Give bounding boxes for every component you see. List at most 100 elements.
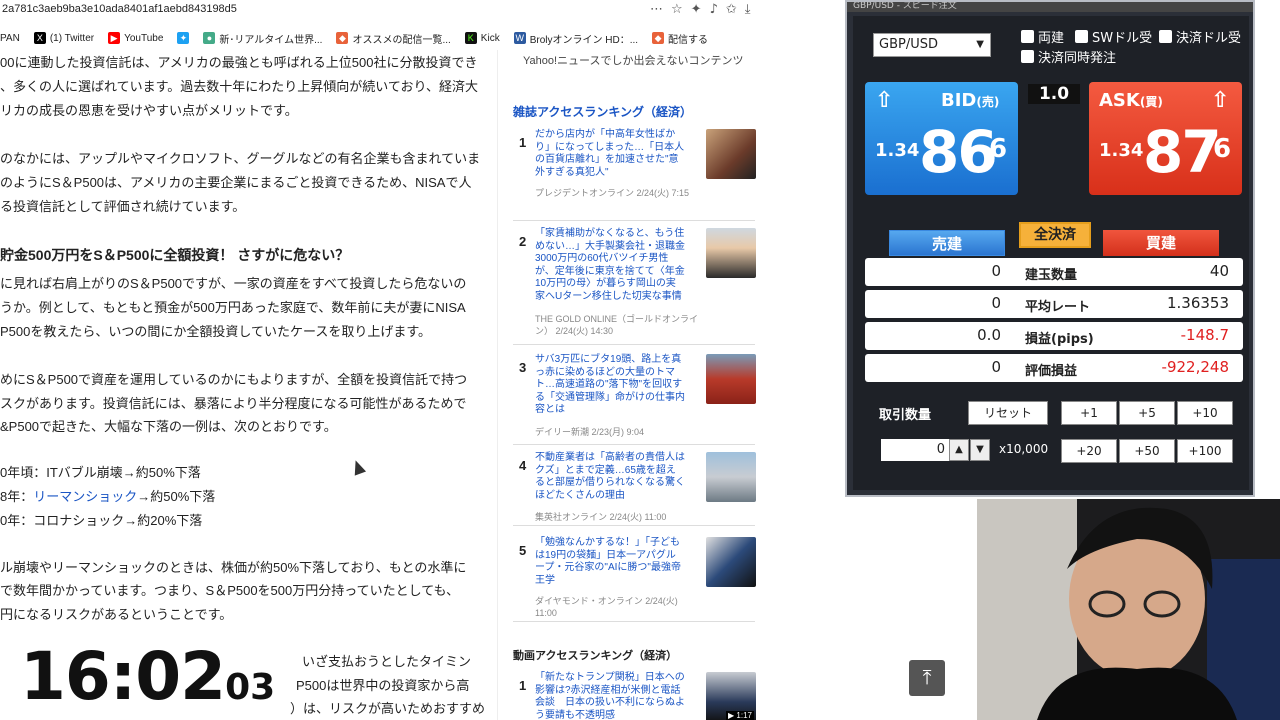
clock-overlay: 16:0203 xyxy=(20,638,275,715)
article-line: 、多くの人に選ばれています。過去数十年にわたり上昇傾向が続いており、経済大 xyxy=(0,79,479,94)
arrow-up-icon: ⤒ xyxy=(922,665,932,689)
arrow-up-icon: ⇧ xyxy=(1211,88,1230,113)
lot-multiplier: x10,000 xyxy=(999,442,1049,456)
lot-label: 取引数量 xyxy=(879,408,932,423)
star-icon[interactable]: ☆ xyxy=(671,2,683,17)
crash-item: 0年頃：ITバブル崩壊→約50%下落 xyxy=(0,465,201,480)
clock-seconds: 03 xyxy=(225,667,276,708)
bird-icon: ✦ xyxy=(177,32,190,44)
crash-item: 0年：コロナショック→約20%下落 xyxy=(0,513,203,528)
sidebar: Yahoo!ニュースでしか出会えないコンテンツ 雑誌アクセスランキング（経済） … xyxy=(497,50,757,720)
article-line: 円になるリスクがあるということです。 xyxy=(0,607,233,622)
crash-item: 8年：リーマンショック→約50%下落 xyxy=(0,489,216,504)
spread-value: 1.0 xyxy=(1028,84,1080,104)
url-icons: ⋯ ☆ ✦ ♪ ✩ ⤓ xyxy=(650,0,751,18)
youtube-icon: ▶ xyxy=(108,32,121,44)
extension-icon[interactable]: ✦ xyxy=(691,2,702,17)
bookmarks-bar: PAN X (1) Twitter ▶ YouTube ✦ ● 新･リアルタイム世界.… xyxy=(0,26,845,50)
scroll-top-button[interactable]: ⤒ xyxy=(909,660,945,696)
unrealized-pl-row: 0 評価損益 -922,248 xyxy=(865,354,1243,382)
buy-positions-tab[interactable]: 買建 xyxy=(1103,230,1219,256)
clock-hm: 16:02 xyxy=(20,638,226,715)
add-100-button[interactable]: +100 xyxy=(1177,439,1233,463)
hedge-checkbox[interactable]: 両建 xyxy=(1021,27,1064,46)
lot-quantity-input[interactable]: 0 xyxy=(881,439,949,461)
currency-pair-select[interactable]: GBP/USD ▼ xyxy=(873,33,991,57)
add-1-button[interactable]: +1 xyxy=(1061,401,1117,425)
ask-buy-button[interactable]: ASK(買) ⇧ 1.34 87 6 xyxy=(1089,82,1242,195)
article-line: 00に連動した投資信託は、アメリカの最強とも呼ばれる上位500社に分散投資でき xyxy=(0,55,478,70)
fx-panel: GBP/USD ▼ 両建 SWドル受 決済ドル受 決済同時発注 ⇧ BID(売) … xyxy=(853,16,1249,490)
more-icon[interactable]: ⋯ xyxy=(650,2,663,17)
average-rate-row: 0 平均レート 1.36353 xyxy=(865,290,1243,318)
add-5-button[interactable]: +5 xyxy=(1119,401,1175,425)
article-line: る投資信託として評価され続けています。 xyxy=(0,199,246,214)
video-ranking-heading: 動画アクセスランキング（経済） xyxy=(513,650,678,662)
article-line: &P500で起きた、大幅な下落の一例は、次のとおりです。 xyxy=(0,419,337,434)
window-title: GBP/USD - スピード注文 xyxy=(847,2,1253,12)
bookmark-kick[interactable]: K Kick xyxy=(464,32,500,44)
article-line: スクがあります。投資信託には、暴落により半分程度になる可能性があるためで xyxy=(0,396,467,411)
sell-positions-tab[interactable]: 売建 xyxy=(889,230,1005,256)
list-item[interactable]: 4 不動産業者は「高齢者の貴借人はクズ」とまで定義…65歳を超えると部屋が借りら… xyxy=(513,452,756,526)
bookmark-stream[interactable]: ◆ 配信する xyxy=(652,31,708,46)
list-item[interactable]: 3 サバ3万匹にブタ19頭、路上を真っ赤に染めるほどの大量のトマト…高速道路の"… xyxy=(513,354,756,445)
list-item[interactable]: 1 だから店内が「中高年女性ばかり」になってしまった…「日本人の百貨店離れ」を加… xyxy=(513,129,756,221)
triangle-down-icon: ▼ xyxy=(976,444,984,455)
webcam-image xyxy=(977,499,1280,720)
kick-icon: K xyxy=(464,32,477,44)
bookmark-twitter-bird[interactable]: ✦ xyxy=(177,32,190,44)
bid-sell-button[interactable]: ⇧ BID(売) 1.34 86 6 xyxy=(865,82,1018,195)
list-item[interactable]: 1 「新たなトランプ関税」日本への影響は?赤沢経産相が米側と電話会談 日本の扱い… xyxy=(513,672,756,720)
broadcast-icon: ◆ xyxy=(652,32,665,44)
article-line: に見れば右肩上がりのS＆P500ですが、一家の資産をすべて投資したら危ないの xyxy=(0,276,467,291)
list-item[interactable]: 2 「家賃補助がなくなると、もう住めない…」大手製薬会社・退職金3000万円の6… xyxy=(513,228,756,345)
stream-icon: ◆ xyxy=(336,32,349,44)
thumbnail-image xyxy=(706,537,756,587)
bookmark-youtube[interactable]: ▶ YouTube xyxy=(108,32,163,44)
increment-button[interactable]: ▲ xyxy=(949,439,969,461)
bookmark-japan[interactable]: PAN xyxy=(0,33,20,44)
position-quantity-row: 0 建玉数量 40 xyxy=(865,258,1243,286)
article-line: うか。例として、もともと預金が500万円あった家庭で、数年前に夫が妻にNISA xyxy=(0,300,466,315)
yahoo-only-link[interactable]: Yahoo!ニュースでしか出会えないコンテンツ xyxy=(523,52,744,68)
bookmark-stream-list[interactable]: ◆ オススメの配信一覧... xyxy=(336,31,451,46)
url-text: 2a781c3aeb9ba3e10ada8401af1aebd843198d5 xyxy=(2,3,237,15)
download-icon[interactable]: ⤓ xyxy=(745,2,751,17)
add-20-button[interactable]: +20 xyxy=(1061,439,1117,463)
bookmark-realtime[interactable]: ● 新･リアルタイム世界... xyxy=(203,31,322,46)
article-line: P500を教えたら、いつの間にか全額投資していたケースを取り上げます。 xyxy=(0,324,432,339)
sw-dollar-checkbox[interactable]: SWドル受 xyxy=(1075,27,1152,46)
article-line: のようにS＆P500は、アメリカの主要企業にまるごと投資できるため、NISAで人 xyxy=(0,175,472,190)
favorites-icon[interactable]: ✩ xyxy=(726,2,737,17)
webcam-feed xyxy=(977,499,1280,720)
settle-dollar-checkbox[interactable]: 決済ドル受 xyxy=(1159,27,1241,46)
thumbnail-image xyxy=(706,452,756,502)
article-line: ル崩壊やリーマンショックのときは、株価が約50%下落しており、もとの水準に xyxy=(0,560,467,575)
globe-icon: ● xyxy=(203,32,216,44)
thumbnail-image xyxy=(706,129,756,179)
x-icon: X xyxy=(33,32,46,44)
video-thumbnail[interactable]: ▶ 1:17 xyxy=(706,672,756,720)
article-line: いざ支払おうとしたタイミン xyxy=(302,654,472,669)
article-line: リカの成長の恩恵を受けやすい点がメリットです。 xyxy=(0,103,298,118)
reset-button[interactable]: リセット xyxy=(968,401,1048,425)
article-heading: 貯金500万円をS＆P500に全額投資！ さすがに危ない？ xyxy=(0,247,350,263)
settle-simultaneous-checkbox[interactable]: 決済同時発注 xyxy=(1021,47,1116,66)
list-item[interactable]: 5 「勉強なんかするな！」「子どもは19円の袋麺」日本一アパグループ・元谷家の"… xyxy=(513,537,756,622)
sound-icon[interactable]: ♪ xyxy=(710,2,718,17)
decrement-button[interactable]: ▼ xyxy=(970,439,990,461)
article-body: 00に連動した投資信託は、アメリカの最強とも呼ばれる上位500社に分散投資でき … xyxy=(0,50,497,720)
thumbnail-image xyxy=(706,228,756,278)
bookmark-broly[interactable]: W Brolyオンライン HD：... xyxy=(513,31,638,46)
close-all-button[interactable]: 全決済 xyxy=(1019,222,1091,248)
triangle-up-icon: ▲ xyxy=(955,444,963,455)
add-50-button[interactable]: +50 xyxy=(1119,439,1175,463)
lehman-link[interactable]: リーマンショック xyxy=(33,489,137,504)
wordpress-icon: W xyxy=(513,32,526,44)
add-10-button[interactable]: +10 xyxy=(1177,401,1233,425)
bookmark-twitter[interactable]: X (1) Twitter xyxy=(33,32,94,44)
pips-pl-row: 0.0 損益(pips) -148.7 xyxy=(865,322,1243,350)
article-line: で数年間かかっています。つまり、S＆P500を500万円分持っていたとしても、 xyxy=(0,583,460,598)
article-line: めにS＆P500で資産を運用しているのかにもよりますが、全額を投資信託で持つ xyxy=(0,372,468,387)
